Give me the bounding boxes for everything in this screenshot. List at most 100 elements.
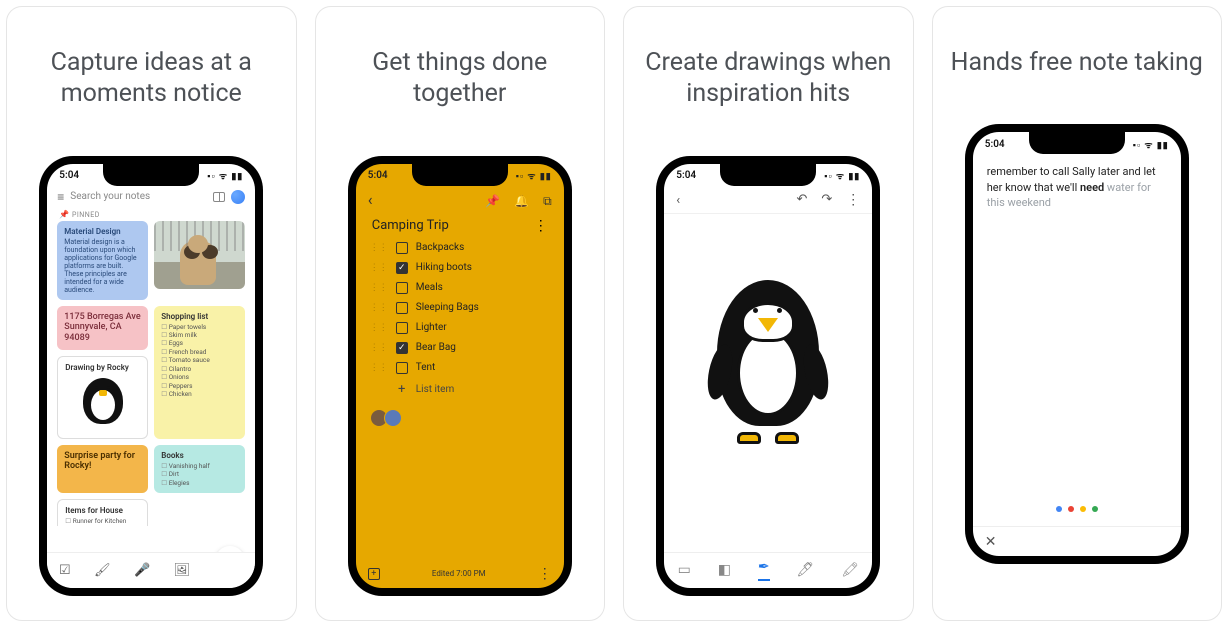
status-icons: ▪▫ ᯤ ▮▮ (1133, 138, 1169, 151)
screen: 5:04 ▪▫ ᯤ ▮▮ ≡ Search your notes 📌 PINNE… (47, 164, 255, 588)
screen: 5:04 ▪▫ ᯤ ▮▮ ‹ ↶ ↷ ⋮ ▭ (664, 164, 872, 588)
edited-label: Edited 7:00 PM (432, 569, 486, 578)
listening-indicator (1056, 506, 1098, 512)
pen-tool-icon[interactable]: ✒ (758, 559, 770, 581)
caption: Get things done together (316, 47, 605, 110)
back-icon[interactable]: ‹ (676, 193, 680, 208)
highlighter-tool-icon[interactable]: 🖍 (841, 562, 859, 578)
pin-icon[interactable]: 📌 (485, 194, 500, 208)
note-card-shopping[interactable]: Shopping list Paper towelsSkim milk Eggs… (154, 306, 245, 439)
image-icon[interactable]: 🖼 (174, 563, 191, 578)
note-card-material[interactable]: Material Design Material design is a fou… (57, 221, 148, 300)
drawing-canvas[interactable] (664, 214, 872, 530)
promo-panel-3: Create drawings when inspiration hits 5:… (623, 6, 914, 621)
collaborators[interactable] (356, 401, 564, 435)
drag-icon[interactable]: ⋮⋮ (370, 343, 388, 353)
reminder-icon[interactable]: 🔔 (514, 194, 529, 208)
screen: 5:04 ▪▫ ᯤ ▮▮ remember to call Sally late… (973, 132, 1181, 556)
status-time: 5:04 (368, 170, 388, 181)
hamburger-icon[interactable]: ≡ (57, 190, 64, 204)
add-list-item[interactable]: ⋮⋮+List item (364, 378, 556, 401)
checklist-item[interactable]: ⋮⋮✓Bear Bag (364, 338, 556, 358)
mic-icon[interactable]: 🎤 (134, 563, 150, 578)
note-footer: Edited 7:00 PM ⋮ (356, 560, 564, 588)
drag-icon[interactable]: ⋮⋮ (370, 263, 388, 273)
drag-icon[interactable]: ⋮⋮ (370, 363, 388, 373)
note-title-row: Camping Trip ⋮ (356, 212, 564, 238)
caption: Create drawings when inspiration hits (624, 47, 913, 110)
checkbox[interactable] (396, 282, 408, 294)
marker-tool-icon[interactable]: 🖊 (796, 562, 814, 578)
checklist-item[interactable]: ⋮⋮Meals (364, 278, 556, 298)
redo-icon[interactable]: ↷ (821, 192, 832, 208)
note-card-house[interactable]: Items for House Runner for Kitchen (57, 499, 148, 525)
checkbox[interactable] (396, 322, 408, 334)
select-tool-icon[interactable]: ▭ (678, 562, 691, 578)
phone-notch (720, 164, 816, 186)
promo-panel-2: Get things done together 5:04 ▪▫ ᯤ ▮▮ ‹ … (315, 6, 606, 621)
note-card-surprise[interactable]: Surprise party for Rocky! (57, 445, 148, 493)
note-title[interactable]: Camping Trip (372, 218, 449, 233)
archive-icon[interactable]: ⧉ (543, 194, 552, 208)
undo-icon[interactable]: ↶ (796, 192, 807, 208)
avatar[interactable] (384, 409, 402, 427)
dictation-text: remember to call Sally later and let her… (973, 156, 1181, 218)
status-icons: ▪▫ ᯤ ▮▮ (516, 169, 552, 182)
eraser-tool-icon[interactable]: ◧ (718, 562, 731, 578)
checkbox[interactable]: ✓ (396, 262, 408, 274)
close-icon[interactable]: ✕ (985, 534, 997, 550)
back-icon[interactable]: ‹ (368, 190, 373, 209)
drag-icon[interactable]: ⋮⋮ (370, 283, 388, 293)
pinned-section-label: 📌 PINNED (47, 210, 255, 221)
checkbox[interactable] (396, 302, 408, 314)
drag-icon[interactable]: ⋮⋮ (370, 243, 388, 253)
checklist-item[interactable]: ⋮⋮Backpacks (364, 238, 556, 258)
phone-frame: 5:04 ▪▫ ᯤ ▮▮ ‹ 📌 🔔 ⧉ Camping Trip ⋮ ⋮⋮Ba… (348, 156, 572, 596)
penguin-drawing (703, 274, 833, 444)
checkbox-icon[interactable]: ☑ (59, 563, 71, 578)
caption: Capture ideas at a moments notice (7, 47, 296, 110)
drag-icon[interactable]: ⋮⋮ (370, 303, 388, 313)
promo-panel-1: Capture ideas at a moments notice 5:04 ▪… (6, 6, 297, 621)
phone-notch (412, 164, 508, 186)
phone-frame: 5:04 ▪▫ ᯤ ▮▮ ≡ Search your notes 📌 PINNE… (39, 156, 263, 596)
checklist: ⋮⋮Backpacks ⋮⋮✓Hiking boots ⋮⋮Meals ⋮⋮Sl… (356, 238, 564, 401)
plus-icon: + (396, 382, 408, 397)
layout-toggle-icon[interactable] (213, 192, 225, 202)
brush-icon[interactable]: 🖌 (94, 563, 111, 578)
tool-bar: ▭ ◧ ✒ 🖊 🖍 (664, 552, 872, 588)
add-box-icon[interactable] (368, 568, 380, 580)
phone-frame: 5:04 ▪▫ ᯤ ▮▮ ‹ ↶ ↷ ⋮ ▭ (656, 156, 880, 596)
checkbox[interactable]: ✓ (396, 342, 408, 354)
more-icon[interactable]: ⋮ (534, 218, 548, 234)
checkbox[interactable] (396, 242, 408, 254)
notes-grid: Material Design Material design is a fou… (47, 221, 255, 526)
dictation-footer: ✕ (973, 526, 1181, 556)
checklist-item[interactable]: ⋮⋮Sleeping Bags (364, 298, 556, 318)
drag-icon[interactable]: ⋮⋮ (370, 323, 388, 333)
note-card-image[interactable] (154, 221, 245, 289)
screen: 5:04 ▪▫ ᯤ ▮▮ ‹ 📌 🔔 ⧉ Camping Trip ⋮ ⋮⋮Ba… (356, 164, 564, 588)
note-toolbar: ‹ 📌 🔔 ⧉ (356, 188, 564, 212)
account-avatar[interactable] (231, 190, 245, 204)
search-bar[interactable]: ≡ Search your notes (47, 188, 255, 210)
checklist-item[interactable]: ⋮⋮Tent (364, 358, 556, 378)
more-icon[interactable]: ⋮ (846, 192, 860, 208)
status-time: 5:04 (676, 170, 696, 181)
checklist-item[interactable]: ⋮⋮✓Hiking boots (364, 258, 556, 278)
checklist-item[interactable]: ⋮⋮Lighter (364, 318, 556, 338)
checklist: Paper towelsSkim milk EggsFrench bread T… (161, 323, 238, 399)
status-icons: ▪▫ ᯤ ▮▮ (207, 169, 243, 182)
status-icons: ▪▫ ᯤ ▮▮ (824, 169, 860, 182)
note-card-books[interactable]: Books Vanishing halfDirtElegies (154, 445, 245, 493)
note-card-address[interactable]: 1175 Borregas Ave Sunnyvale, CA 94089 (57, 306, 148, 350)
checkbox[interactable] (396, 362, 408, 374)
caption: Hands free note taking (941, 47, 1213, 78)
phone-frame: 5:04 ▪▫ ᯤ ▮▮ remember to call Sally late… (965, 124, 1189, 564)
search-placeholder: Search your notes (70, 191, 207, 202)
phone-notch (103, 164, 199, 186)
more-icon[interactable]: ⋮ (538, 566, 552, 582)
phone-notch (1029, 132, 1125, 154)
note-card-drawing[interactable]: Drawing by Rocky (57, 356, 148, 439)
penguin-thumbnail (73, 376, 133, 432)
